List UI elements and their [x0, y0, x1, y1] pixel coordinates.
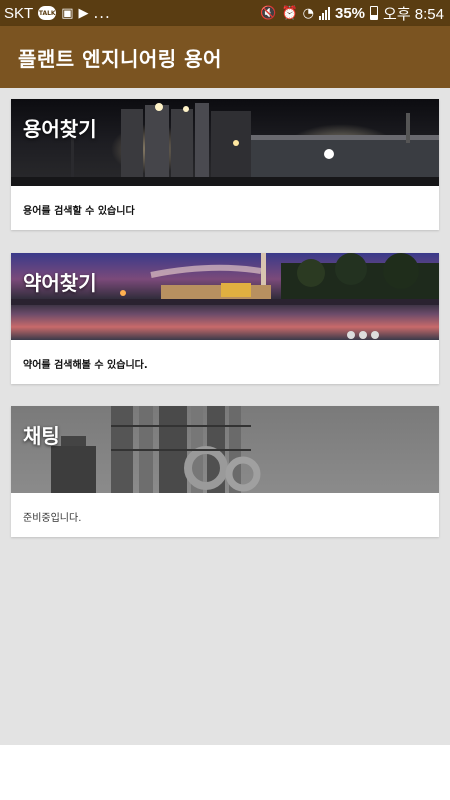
- card-title: 용어찾기: [23, 117, 97, 141]
- battery-percent: 35%: [335, 4, 366, 22]
- bottom-area: [0, 745, 450, 800]
- notification-icon: ▣: [61, 5, 74, 21]
- main-content: 용어찾기 용어를 검색할 수 있습니다 약어찾기 약어를 검색해볼 수 있습니다…: [0, 88, 450, 745]
- mute-icon: 🔇: [260, 5, 277, 21]
- card-description: 약어를 검색해볼 수 있습니다.: [23, 360, 148, 371]
- card-description: 준비중입니다.: [23, 513, 82, 524]
- card-title: 약어찾기: [23, 271, 97, 295]
- app-title: 플랜트 엔지니어링 용어: [18, 46, 222, 71]
- play-store-icon: ▶: [78, 5, 89, 21]
- status-bar: SKT TALK ▣ ▶ ... 🔇 ⏰ ◔ 35% 오후 8:54: [0, 0, 450, 26]
- card-image-plant-night: 용어찾기: [11, 99, 439, 186]
- carrier-label: SKT: [4, 4, 34, 22]
- card-description: 용어를 검색할 수 있습니다: [23, 206, 135, 217]
- alarm-icon: ⏰: [281, 5, 298, 21]
- card-title: 채팅: [23, 424, 60, 448]
- card-image-industrial-bw: 채팅: [11, 406, 439, 493]
- app-bar: 플랜트 엔지니어링 용어: [0, 26, 450, 88]
- battery-icon: [370, 6, 379, 20]
- kakaotalk-icon: TALK: [38, 6, 57, 20]
- clock: 오후 8:54: [383, 5, 444, 23]
- signal-icon: [319, 6, 330, 20]
- card-term-search[interactable]: 용어찾기 용어를 검색할 수 있습니다: [11, 99, 439, 230]
- industrial-bw-illustration: [51, 406, 261, 493]
- card-chat[interactable]: 채팅 준비중입니다.: [11, 406, 439, 537]
- more-notifications: ...: [93, 4, 111, 22]
- wifi-icon: ◔: [302, 5, 314, 21]
- card-abbreviation-search[interactable]: 약어찾기 약어를 검색해볼 수 있습니다.: [11, 253, 439, 384]
- card-image-canal-dusk: 약어찾기: [11, 253, 439, 340]
